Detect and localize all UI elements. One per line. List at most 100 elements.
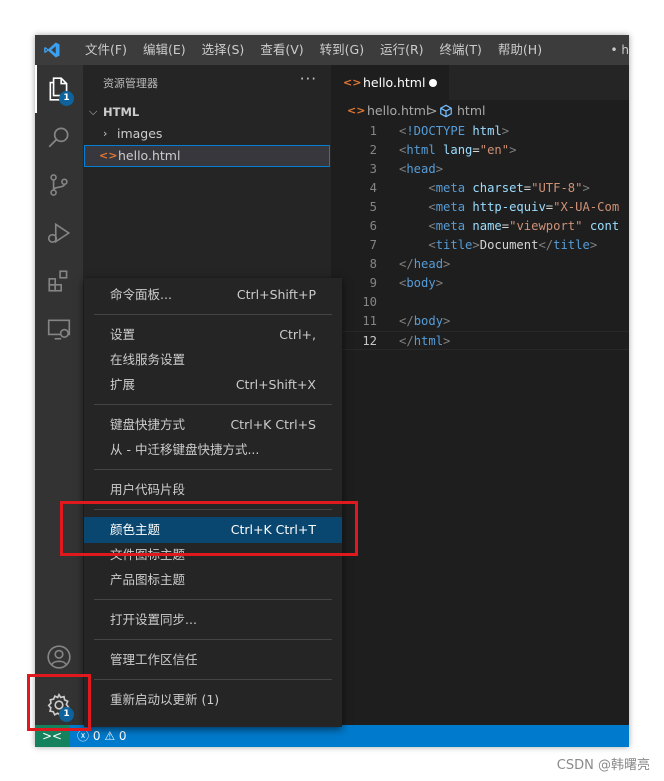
code-token: http-equiv (472, 200, 546, 214)
activity-source-control[interactable] (35, 161, 83, 209)
tab-hello-html[interactable]: <> hello.html (331, 65, 449, 100)
menu-item-label: 重新启动以更新 (1) (110, 692, 220, 707)
menu-item[interactable]: 查看(V) (252, 35, 311, 65)
tab-label: hello.html (363, 75, 426, 90)
code-token: html (472, 124, 502, 138)
menu-item[interactable]: 帮助(H) (490, 35, 550, 65)
code-token: > (443, 314, 451, 328)
unsaved-dot-icon[interactable] (429, 79, 437, 87)
code-text: <!DOCTYPE html> (399, 122, 509, 141)
menu-item[interactable]: 转到(G) (312, 35, 372, 65)
code-token: </ (399, 314, 414, 328)
menu-item-label: 产品图标主题 (110, 572, 186, 587)
menu-item[interactable]: 文件(F) (77, 35, 135, 65)
html-file-icon: <> (347, 104, 366, 117)
folder-header-html[interactable]: ⌵ HTML (83, 101, 331, 123)
line-number: 2 (369, 143, 377, 157)
line-number: 7 (369, 238, 377, 252)
code-token: > (589, 238, 598, 252)
tree-item-hello-html[interactable]: <> hello.html (84, 145, 330, 167)
code-token: </ (538, 238, 554, 252)
code-token: name (472, 219, 502, 233)
menu-item[interactable]: 终端(T) (432, 35, 490, 65)
menu-item-label: 设置 (110, 327, 136, 342)
context-menu-item[interactable]: 用户代码片段 (84, 477, 342, 503)
code-line[interactable]: 5 <meta http-equiv="X-UA-Com (331, 198, 629, 217)
code-line[interactable]: 8 </head> (331, 255, 629, 274)
code-token: "en" (479, 143, 510, 157)
menu-item-label: 在线服务设置 (110, 352, 186, 367)
context-menu-item[interactable]: 在线服务设置 (84, 347, 342, 373)
menu-separator (94, 599, 332, 600)
code-token: = (472, 143, 480, 157)
tree-item-label: hello.html (118, 148, 181, 163)
folder-name: HTML (103, 105, 140, 119)
code-line[interactable]: 7 <title>Document</title> (331, 236, 629, 255)
menu-item-shortcut: Ctrl+Shift+X (235, 377, 316, 392)
context-menu-item[interactable]: 从 - 中迁移键盘快捷方式... (84, 437, 342, 463)
context-menu-item[interactable]: 命令面板... Ctrl+Shift+P (84, 282, 342, 308)
menu-item[interactable]: 运行(R) (372, 35, 431, 65)
code-line[interactable]: 11 </body> (331, 312, 629, 331)
menu-item-label: 命令面板... (110, 287, 172, 302)
code-editor[interactable]: 1 <!DOCTYPE html> 2 <html lang="en"> 3 <head>… (331, 122, 629, 422)
menu-separator (94, 314, 332, 315)
context-menu-item[interactable]: 产品图标主题 (84, 567, 342, 593)
title-bar: 文件(F) 编辑(E) 选择(S) 查看(V) 转到(G) 运行(R) 终端(T) 帮助(H)… (35, 35, 629, 65)
context-menu-item[interactable]: 打开设置同步... (84, 607, 342, 633)
code-token: "UTF-8" (531, 181, 583, 195)
menu-bar: 文件(F) 编辑(E) 选择(S) 查看(V) 转到(G) 运行(R) 终端(T) 帮助(H) (77, 35, 550, 65)
code-line[interactable]: 12 </html> (331, 331, 629, 350)
context-menu-item[interactable]: 键盘快捷方式 Ctrl+K Ctrl+S (84, 412, 342, 438)
code-token: > (509, 143, 517, 157)
code-line[interactable]: 9 <body> (331, 274, 629, 293)
code-line[interactable]: 6 <meta name="viewport" cont (331, 217, 629, 236)
menu-item-shortcut: Ctrl+Shift+P (236, 287, 316, 302)
code-token: head (413, 257, 444, 271)
code-line[interactable]: 1 <!DOCTYPE html> (331, 122, 629, 141)
vscode-window: 文件(F) 编辑(E) 选择(S) 查看(V) 转到(G) 运行(R) 终端(T) 帮助(H)… (35, 35, 629, 747)
source-control-icon (50, 174, 68, 196)
menu-item-label: 用户代码片段 (110, 482, 186, 497)
breadcrumb-symbol[interactable]: html (457, 100, 485, 122)
menu-item[interactable]: 编辑(E) (135, 35, 194, 65)
context-menu-item[interactable]: 设置 Ctrl+, (84, 322, 342, 348)
code-token: body (406, 276, 436, 290)
activity-run-debug[interactable] (35, 209, 83, 257)
search-icon (48, 127, 69, 148)
code-token: cont (589, 219, 620, 233)
warning-count: 0 (118, 729, 127, 743)
explorer-badge: 1 (59, 91, 74, 106)
code-line[interactable]: 3 <head> (331, 160, 629, 179)
chevron-down-icon: ⌵ (89, 105, 98, 118)
code-line[interactable]: 4 <meta charset="UTF-8"> (331, 179, 629, 198)
code-token: > (472, 238, 480, 252)
context-menu-item[interactable]: 扩展 Ctrl+Shift+X (84, 372, 342, 398)
code-text: <meta charset="UTF-8"> (399, 179, 589, 198)
activity-extensions[interactable] (35, 257, 83, 305)
line-number: 6 (369, 219, 377, 233)
sidebar-more-actions[interactable]: ··· (300, 70, 317, 88)
activity-explorer[interactable]: 1 (35, 65, 83, 113)
code-token: charset (472, 181, 524, 195)
context-menu-item[interactable]: 管理工作区信任 (84, 647, 342, 673)
code-line[interactable]: 10 (331, 293, 629, 312)
activity-remote-explorer[interactable] (35, 305, 83, 353)
breadcrumb-file[interactable]: hello.html (367, 100, 429, 122)
code-token: > (435, 276, 444, 290)
context-menu-item[interactable]: 重新启动以更新 (1) (84, 687, 342, 713)
code-token: < (428, 219, 436, 233)
code-token: = (501, 219, 510, 233)
activity-bar: 1 1 (35, 65, 83, 725)
activity-search[interactable] (35, 113, 83, 161)
tree-item-images[interactable]: › images (83, 123, 331, 145)
code-token: Document (479, 238, 539, 252)
menu-item[interactable]: 选择(S) (194, 35, 253, 65)
code-text: <html lang="en"> (399, 141, 516, 160)
line-number: 5 (369, 200, 377, 214)
code-token: </ (399, 257, 414, 271)
code-line[interactable]: 2 <html lang="en"> (331, 141, 629, 160)
